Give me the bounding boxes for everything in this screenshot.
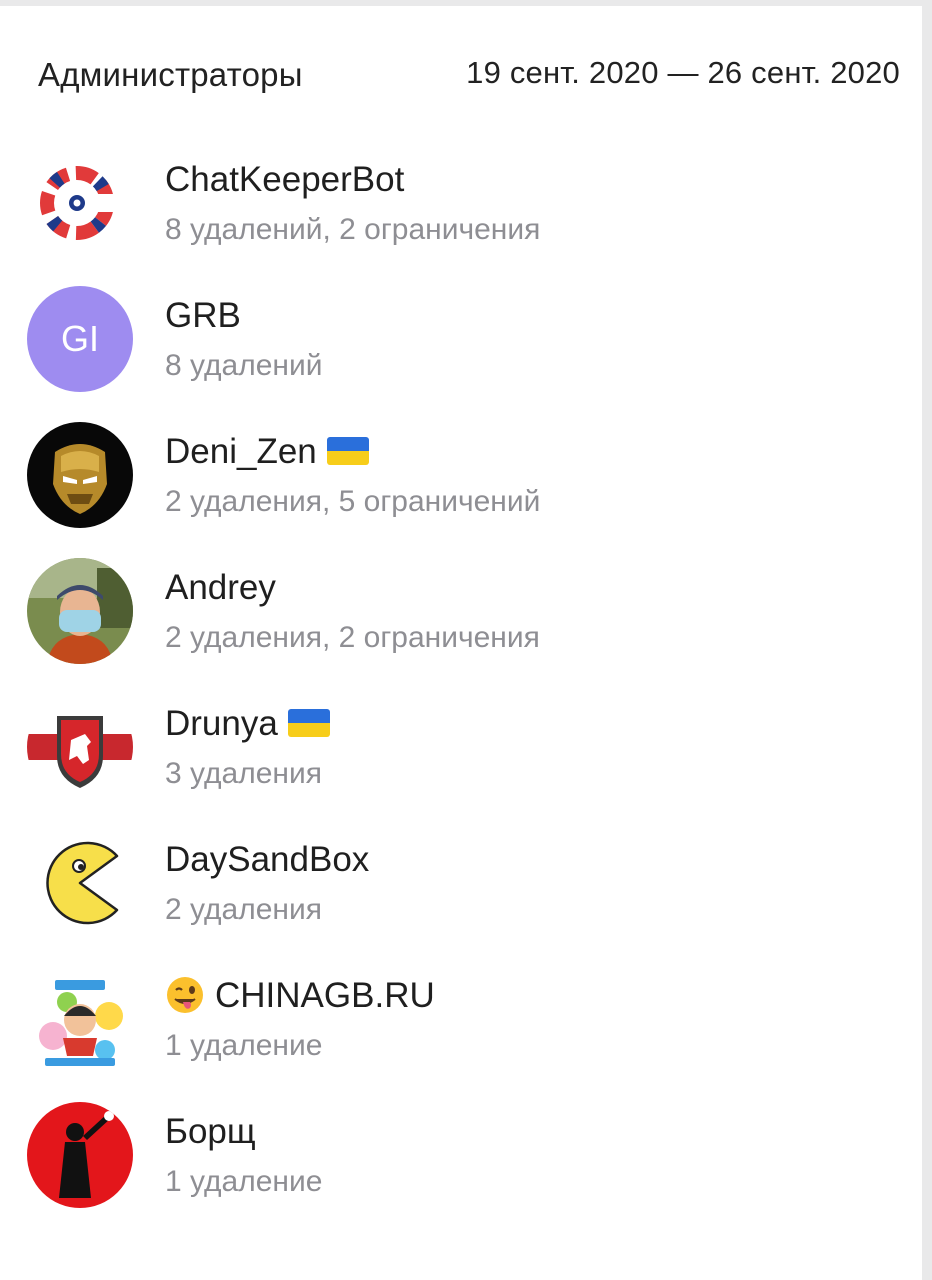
ukraine-flag-icon (326, 436, 369, 465)
admin-stats: 2 удаления, 5 ограничений (165, 485, 541, 518)
admin-stats: 2 удаления (165, 893, 322, 926)
window-edge (922, 0, 932, 1280)
ironman-avatar (27, 422, 133, 528)
ukraine-flag-icon (287, 708, 330, 737)
admin-row-daysandbox[interactable]: DaySandBox 2 удаления (0, 810, 922, 946)
admin-row-drunya[interactable]: Drunya 3 удаления (0, 674, 922, 810)
person-avatar (27, 558, 133, 664)
admin-row-chinagb[interactable]: CHINAGB.RU 1 удаление (0, 946, 922, 1082)
admin-name: GRB (165, 296, 241, 335)
chatkeeper-avatar (27, 150, 133, 256)
admin-name-text: CHINAGB.RU (215, 976, 435, 1015)
chatkeeper-logo-icon (27, 150, 133, 256)
initials-avatar: GI (27, 286, 133, 392)
winking-tongue-emoji-icon (167, 976, 203, 1013)
date-range: 19 сент. 2020 — 26 сент. 2020 (466, 55, 900, 90)
coat-of-arms-avatar (27, 694, 133, 800)
admin-stats: 1 удаление (165, 1165, 323, 1198)
red-silhouette-avatar (27, 1102, 133, 1208)
admin-stats: 3 удаления (165, 757, 322, 790)
admin-stats-card: Администраторы 19 сент. 2020 — 26 сент. … (0, 6, 922, 1280)
admin-stats: 8 удалений, 2 ограничения (165, 213, 541, 246)
section-title: Администраторы (38, 56, 303, 93)
ironman-photo-icon (27, 422, 133, 528)
person-photo-icon (27, 558, 133, 664)
admin-name: ChatKeeperBot (165, 160, 405, 199)
admin-name: CHINAGB.RU (165, 976, 435, 1016)
admin-name-text: Deni_Zen (165, 432, 317, 471)
chinagb-logo-icon (27, 966, 133, 1072)
admin-row-deni-zen[interactable]: Deni_Zen 2 удаления, 5 ограничений (0, 402, 922, 538)
pacman-icon (27, 830, 133, 936)
admin-name: Deni_Zen (165, 432, 369, 472)
admin-name: DaySandBox (165, 840, 370, 879)
admin-row-andrey[interactable]: Andrey 2 удаления, 2 ограничения (0, 538, 922, 674)
admin-name-text: Drunya (165, 704, 278, 743)
chinagb-avatar (27, 966, 133, 1072)
avatar-initials: GI (60, 318, 99, 359)
admin-stats: 1 удаление (165, 1029, 323, 1062)
admins-header: Администраторы 19 сент. 2020 — 26 сент. … (0, 6, 922, 130)
admin-stats: 8 удалений (165, 349, 323, 382)
admin-row-borsch[interactable]: Борщ 1 удаление (0, 1082, 922, 1218)
admin-row-grb[interactable]: GI GRB 8 удалений (0, 266, 922, 402)
admin-stats: 2 удаления, 2 ограничения (165, 621, 540, 654)
admin-name: Борщ (165, 1112, 256, 1151)
coat-of-arms-icon (27, 694, 133, 800)
silhouette-icon (27, 1102, 133, 1208)
admin-name: Drunya (165, 704, 330, 744)
pacman-avatar (27, 830, 133, 936)
admin-row-chatkeeperbot[interactable]: ChatKeeperBot 8 удалений, 2 ограничения (0, 130, 922, 266)
admin-name: Andrey (165, 568, 276, 607)
